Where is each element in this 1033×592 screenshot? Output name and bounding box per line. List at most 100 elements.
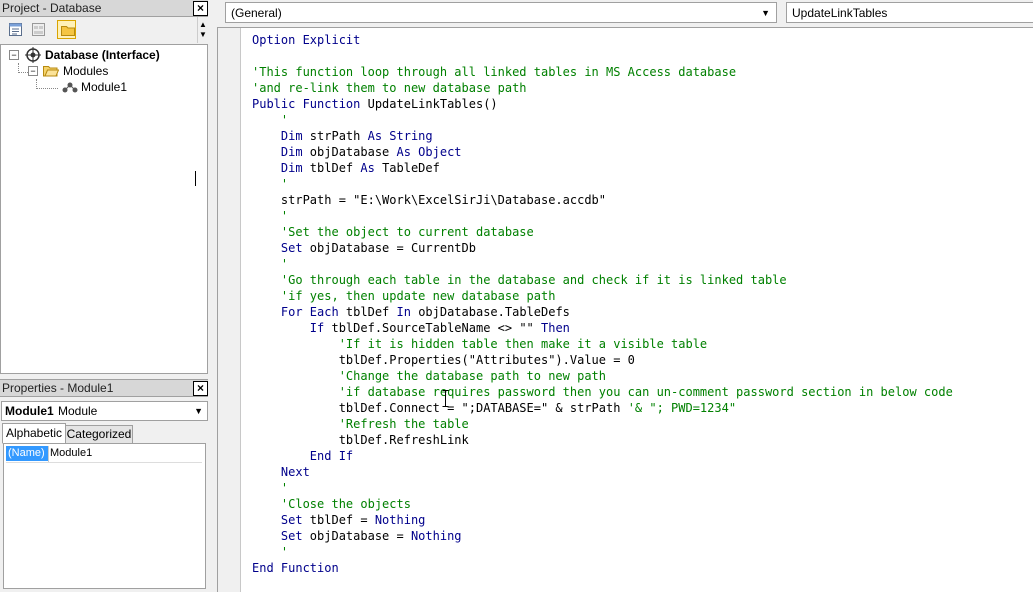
code-comment: ' [252,113,289,127]
code-keyword: In [396,305,419,319]
code-line[interactable]: tblDef.RefreshLink [252,432,953,448]
project-icon [25,47,41,63]
code-line[interactable]: Dim strPath As String [252,128,953,144]
scroll-up-icon[interactable]: ▲ [199,21,207,29]
object-selector[interactable]: Module1 Module ▼ [1,401,208,421]
properties-pane-close-icon[interactable]: × [193,381,208,396]
view-code-button[interactable] [6,20,25,39]
code-comment: 'This function loop through all linked t… [252,65,737,79]
code-line[interactable]: 'if yes, then update new database path [252,288,953,304]
object-type: Module [58,404,98,418]
tree-label-module1: Module1 [81,80,128,94]
code-line[interactable]: Dim objDatabase As Object [252,144,953,160]
code-line[interactable]: 'Refresh the table [252,416,953,432]
collapse-database-icon[interactable]: − [9,50,19,60]
code-keyword: Then [541,321,570,335]
margin-indicator-bar[interactable] [218,28,241,592]
code-keyword: As String [367,129,433,143]
code-text: tblDef.SourceTableName <> "" [331,321,541,335]
object-name: Module1 [5,404,54,418]
code-keyword: Public Function [252,97,368,111]
code-line[interactable]: 'If it is hidden table then make it a vi… [252,336,953,352]
code-line[interactable]: 'Go through each table in the database a… [252,272,953,288]
code-keyword: Dim [252,129,310,143]
code-text: objDatabase = [309,529,411,543]
code-comment: 'Change the database path to new path [252,369,607,383]
code-text: objDatabase.TableDefs [418,305,570,319]
procedure-combo-value: UpdateLinkTables [792,6,888,20]
code-keyword: If [252,321,332,335]
code-line[interactable]: strPath = "E:\Work\ExcelSirJi\Database.a… [252,192,953,208]
code-line[interactable]: 'Set the object to current database [252,224,953,240]
code-line[interactable]: Set tblDef = Nothing [252,512,953,528]
pane-splitter[interactable] [209,0,216,592]
tab-alphabetic[interactable]: Alphabetic [2,423,66,444]
code-line[interactable]: If tblDef.SourceTableName <> "" Then [252,320,953,336]
code-comment: ' [252,177,289,191]
code-keyword: Dim [252,145,310,159]
object-combo-value: (General) [231,6,282,20]
project-tree[interactable]: − Database (Interface) − Modules Module1 [0,44,208,374]
code-line[interactable]: ' [252,176,953,192]
code-line[interactable]: 'Close the objects [252,496,953,512]
properties-pane-title: Properties - Module1 [2,381,114,395]
code-line[interactable]: For Each tblDef In objDatabase.TableDefs [252,304,953,320]
toolbar-scroll[interactable]: ▲ ▼ [197,17,209,43]
code-line[interactable]: End Function [252,560,953,576]
tree-label-database: Database (Interface) [45,48,160,62]
scroll-down-icon[interactable]: ▼ [199,31,207,39]
code-line[interactable]: Option Explicit [252,32,953,48]
code-line[interactable] [252,48,953,64]
code-line[interactable]: tblDef.Properties("Attributes").Value = … [252,352,953,368]
project-pane-close-icon[interactable]: × [193,1,208,16]
code-line[interactable]: End If [252,448,953,464]
text-caret [195,171,196,186]
code-comment: ' [252,481,289,495]
object-combo[interactable]: (General) ▼ [225,2,777,23]
tree-connector [36,88,58,89]
tab-categorized[interactable]: Categorized [65,425,133,444]
code-line[interactable]: 'This function loop through all linked t… [252,64,953,80]
code-line[interactable]: ' [252,112,953,128]
property-value[interactable]: Module1 [50,446,92,461]
property-key: (Name) [6,446,48,461]
tree-connector [18,72,28,73]
collapse-modules-icon[interactable]: − [28,66,38,76]
code-line[interactable]: 'Change the database path to new path [252,368,953,384]
code-keyword: As [360,161,383,175]
project-pane-titlebar[interactable]: Project - Database × [0,0,208,17]
project-toolbar [0,17,208,43]
code-line[interactable]: ' [252,208,953,224]
code-line[interactable]: Set objDatabase = CurrentDb [252,240,953,256]
procedure-combo[interactable]: UpdateLinkTables [786,2,1033,23]
code-line[interactable]: ' [252,480,953,496]
properties-pane-titlebar[interactable]: Properties - Module1 × [0,379,208,397]
code-line[interactable]: ' [252,544,953,560]
view-object-button[interactable] [29,20,48,39]
code-line[interactable]: tblDef.Connect = ";DATABASE=" & strPath … [252,400,953,416]
code-keyword: As Object [396,145,462,159]
code-line[interactable]: Next [252,464,953,480]
property-row[interactable]: (Name) Module1 [6,446,202,463]
code-line[interactable]: 'and re-link them to new database path [252,80,953,96]
view-object-icon [32,23,45,36]
code-comment: 'Close the objects [252,497,411,511]
code-line[interactable]: Public Function UpdateLinkTables() [252,96,953,112]
chevron-down-icon[interactable]: ▼ [761,8,770,18]
code-comment: '& "; PWD=1234" [627,401,737,415]
code-comment: 'Set the object to current database [252,225,534,239]
toggle-folders-button[interactable] [57,20,76,39]
code-text: objDatabase = CurrentDb [309,241,476,255]
code-line[interactable]: 'if database requires password then you … [252,384,953,400]
code-comment: 'Refresh the table [252,417,469,431]
code-line[interactable]: Set objDatabase = Nothing [252,528,953,544]
code-line[interactable]: ' [252,256,953,272]
chevron-down-icon[interactable]: ▼ [194,406,203,416]
code-text: UpdateLinkTables() [367,97,498,111]
module-icon [62,82,78,93]
folder-open-icon [43,66,59,77]
code-editor[interactable]: Option Explicit 'This function loop throu… [217,27,1033,592]
code-keyword: Option Explicit [252,33,361,47]
code-line[interactable]: Dim tblDef As TableDef [252,160,953,176]
code-text: objDatabase [309,145,397,159]
